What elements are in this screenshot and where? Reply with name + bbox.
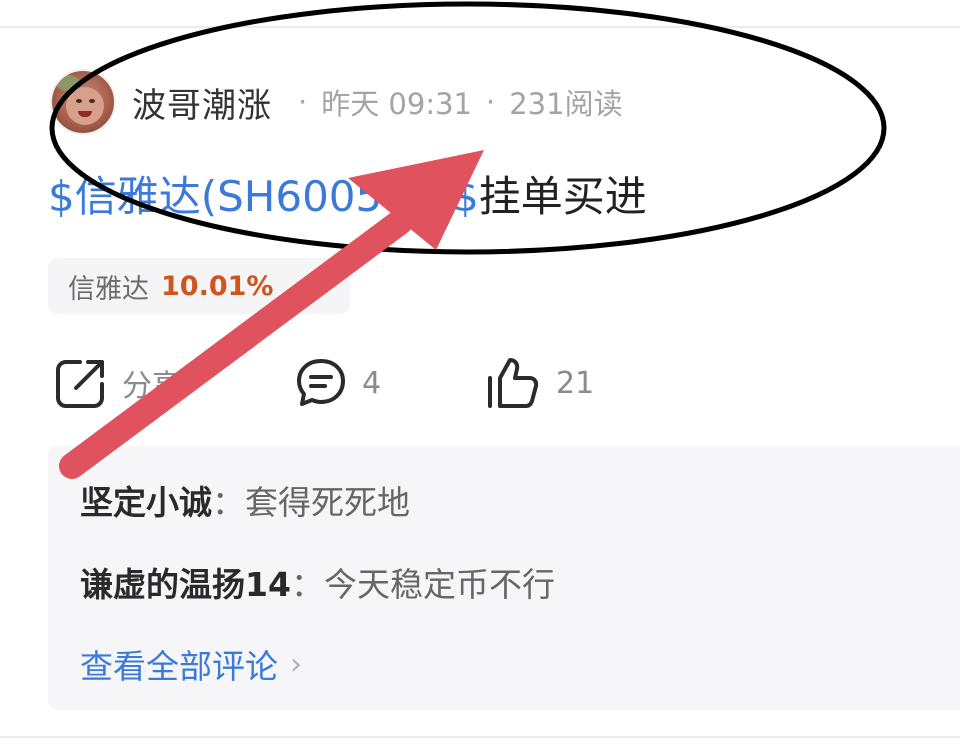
action-bar: 分享 4 21 — [54, 352, 654, 414]
view-all-label: 查看全部评论 — [80, 647, 278, 686]
read-count: 231阅读 — [509, 87, 623, 121]
comment-author: 谦虚的温扬14 — [80, 565, 291, 604]
stock-tag-name: 信雅达 — [68, 273, 149, 305]
share-label: 分享 — [122, 369, 182, 404]
post-meta: · 昨天 09:31 · 231阅读 — [284, 81, 623, 123]
meta-separator: · — [486, 85, 496, 119]
comment-separator: ： — [212, 483, 245, 522]
share-icon — [56, 360, 104, 408]
avatar[interactable] — [50, 69, 116, 135]
bottom-divider — [0, 736, 960, 738]
stock-tag[interactable]: 信雅达 10.01% — [48, 258, 350, 314]
like-count: 21 — [556, 365, 595, 401]
comment-icon — [297, 359, 345, 406]
comment-text: 今天稳定币不行 — [323, 565, 555, 604]
comment-text: 套得死死地 — [245, 483, 410, 522]
post-title: $信雅达(SH600571)$挂单买进 — [48, 168, 647, 226]
meta-separator: · — [298, 85, 308, 119]
chevron-right-icon: › — [290, 646, 302, 682]
like-icon — [488, 358, 539, 408]
comment-button[interactable]: 4 — [294, 352, 381, 414]
post-title-text: 挂单买进 — [478, 172, 647, 221]
like-button[interactable]: 21 — [484, 352, 594, 414]
post-header: 波哥潮涨 · 昨天 09:31 · 231阅读 — [50, 66, 623, 138]
comments-preview: 坚定小诚：套得死死地 谦虚的温扬14：今天稳定币不行 查看全部评论 › — [48, 446, 960, 710]
author-name[interactable]: 波哥潮涨 — [132, 78, 272, 127]
post-card: 波哥潮涨 · 昨天 09:31 · 231阅读 $信雅达(SH600571)$挂… — [0, 0, 960, 744]
comment-count: 4 — [362, 365, 382, 401]
stock-link[interactable]: $信雅达(SH600571)$ — [48, 172, 479, 221]
top-divider — [0, 26, 960, 28]
comment-item[interactable]: 坚定小诚：套得死死地 — [80, 476, 410, 524]
stock-tag-change: 10.01% — [161, 270, 274, 302]
comment-item[interactable]: 谦虚的温扬14：今天稳定币不行 — [80, 558, 555, 606]
comment-author: 坚定小诚 — [80, 483, 212, 522]
comment-separator: ： — [290, 565, 324, 604]
post-time: 昨天 09:31 — [321, 87, 473, 121]
share-button[interactable]: 分享 — [54, 352, 182, 414]
view-all-comments-link[interactable]: 查看全部评论 › — [80, 640, 302, 688]
